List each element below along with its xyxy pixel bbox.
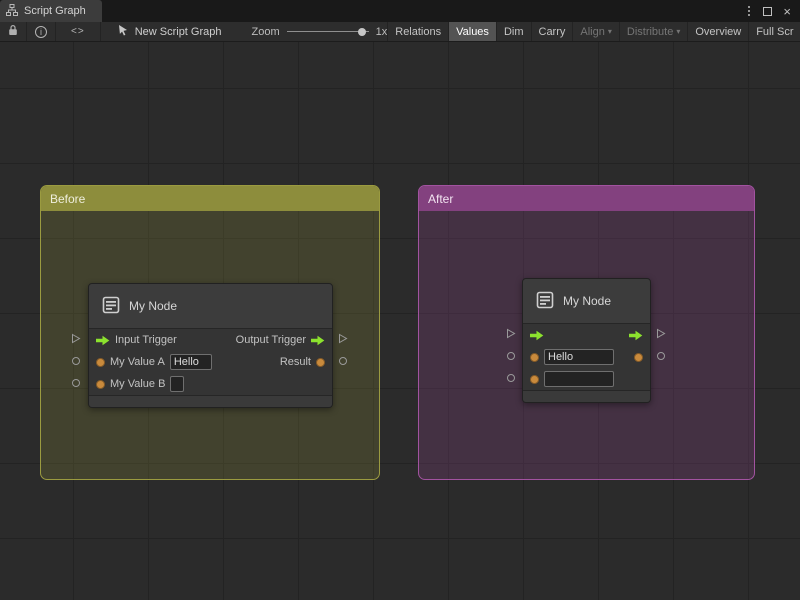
- group-after-title: After: [428, 192, 453, 206]
- ext-value-port-icon[interactable]: [657, 352, 665, 360]
- value-a-field[interactable]: [170, 354, 212, 370]
- distribute-label: Distribute: [627, 26, 673, 38]
- window-menu-icon[interactable]: [746, 4, 752, 18]
- value-b-field[interactable]: [544, 371, 614, 387]
- value-a-label: My Value A: [110, 356, 165, 368]
- value-a-field[interactable]: [544, 349, 614, 365]
- maximize-icon[interactable]: [763, 7, 772, 16]
- group-before-header[interactable]: Before: [41, 186, 379, 211]
- chevron-down-icon: ▾: [608, 27, 612, 36]
- ext-value-port-icon[interactable]: [507, 374, 515, 382]
- zoom-value: 1x: [376, 26, 388, 38]
- graph-canvas[interactable]: Before After My Node: [0, 42, 800, 600]
- ext-flow-input-icon[interactable]: [71, 333, 81, 344]
- trigger-row: [523, 324, 650, 346]
- value-a-port-icon[interactable]: [530, 353, 539, 362]
- dim-button[interactable]: Dim: [496, 22, 531, 41]
- info-icon: i: [35, 26, 47, 38]
- tab-title: Script Graph: [24, 5, 86, 17]
- node-after[interactable]: My Node: [522, 278, 651, 403]
- result-label: Result: [280, 356, 311, 368]
- node-title: My Node: [563, 294, 611, 308]
- zoom-slider[interactable]: [287, 22, 369, 42]
- result-port-icon[interactable]: [316, 358, 325, 367]
- lock-icon: [8, 24, 18, 39]
- value-b-row: [523, 368, 650, 390]
- value-b-row: My Value B: [89, 373, 332, 395]
- code-preview-button[interactable]: <>: [56, 22, 101, 41]
- unit-icon: [101, 295, 121, 318]
- input-trigger-port-icon[interactable]: [96, 335, 110, 346]
- value-a-row: My Value A Result: [89, 351, 332, 373]
- node-before[interactable]: My Node Input Trigger Output Trigger My …: [88, 283, 333, 408]
- tab-script-graph[interactable]: Script Graph: [0, 0, 102, 22]
- node-before-header[interactable]: My Node: [89, 284, 332, 329]
- inspect-button[interactable]: i: [27, 22, 56, 41]
- ext-flow-output-icon[interactable]: [338, 333, 348, 344]
- output-trigger-port-icon[interactable]: [311, 335, 325, 346]
- value-a-row: [523, 346, 650, 368]
- graph-title-area: New Script Graph: [117, 22, 222, 41]
- toolbar-buttons: Relations Values Dim Carry Align ▾ Distr…: [387, 22, 800, 41]
- script-graph-window: Script Graph × i <>: [0, 0, 800, 600]
- carry-button[interactable]: Carry: [531, 22, 573, 41]
- ext-value-port-icon[interactable]: [72, 357, 80, 365]
- node-title: My Node: [129, 299, 177, 313]
- ext-value-port-icon[interactable]: [72, 379, 80, 387]
- values-button[interactable]: Values: [448, 22, 496, 41]
- distribute-dropdown[interactable]: Distribute ▾: [619, 22, 687, 41]
- group-before-title: Before: [50, 192, 85, 206]
- value-b-port-icon[interactable]: [96, 380, 105, 389]
- ext-flow-output-icon[interactable]: [656, 328, 666, 339]
- fullscreen-button[interactable]: Full Scr: [748, 22, 800, 41]
- chevron-down-icon: ▾: [676, 27, 680, 36]
- zoom-slider-knob[interactable]: [358, 28, 366, 36]
- relations-button[interactable]: Relations: [387, 22, 448, 41]
- align-label: Align: [580, 26, 604, 38]
- group-after-header[interactable]: After: [419, 186, 754, 211]
- code-icon: <>: [71, 26, 85, 37]
- zoom-label: Zoom: [252, 26, 280, 38]
- zoom-control: Zoom 1x: [252, 22, 388, 41]
- input-trigger-label: Input Trigger: [115, 334, 177, 346]
- result-port-icon[interactable]: [634, 353, 643, 362]
- graph-name-label: New Script Graph: [135, 26, 222, 38]
- align-dropdown[interactable]: Align ▾: [572, 22, 618, 41]
- graph-toolbar: i <> New Script Graph Zoom 1x Relations …: [0, 22, 800, 42]
- window-controls: ×: [746, 0, 800, 22]
- close-icon[interactable]: ×: [783, 5, 791, 18]
- tab-bar: Script Graph ×: [0, 0, 800, 22]
- ext-value-port-icon[interactable]: [339, 357, 347, 365]
- node-footer: [523, 390, 650, 402]
- overview-button[interactable]: Overview: [687, 22, 748, 41]
- lock-button[interactable]: [0, 22, 27, 41]
- trigger-row: Input Trigger Output Trigger: [89, 329, 332, 351]
- input-trigger-port-icon[interactable]: [530, 330, 544, 341]
- value-b-label: My Value B: [110, 378, 165, 390]
- ext-flow-input-icon[interactable]: [506, 328, 516, 339]
- output-trigger-port-icon[interactable]: [629, 330, 643, 341]
- pointer-icon: [117, 24, 129, 39]
- output-trigger-label: Output Trigger: [236, 334, 306, 346]
- value-b-field[interactable]: [170, 376, 184, 392]
- node-after-header[interactable]: My Node: [523, 279, 650, 324]
- script-graph-icon: [6, 4, 18, 19]
- node-footer: [89, 395, 332, 407]
- value-b-port-icon[interactable]: [530, 375, 539, 384]
- unit-icon: [535, 290, 555, 313]
- value-a-port-icon[interactable]: [96, 358, 105, 367]
- ext-value-port-icon[interactable]: [507, 352, 515, 360]
